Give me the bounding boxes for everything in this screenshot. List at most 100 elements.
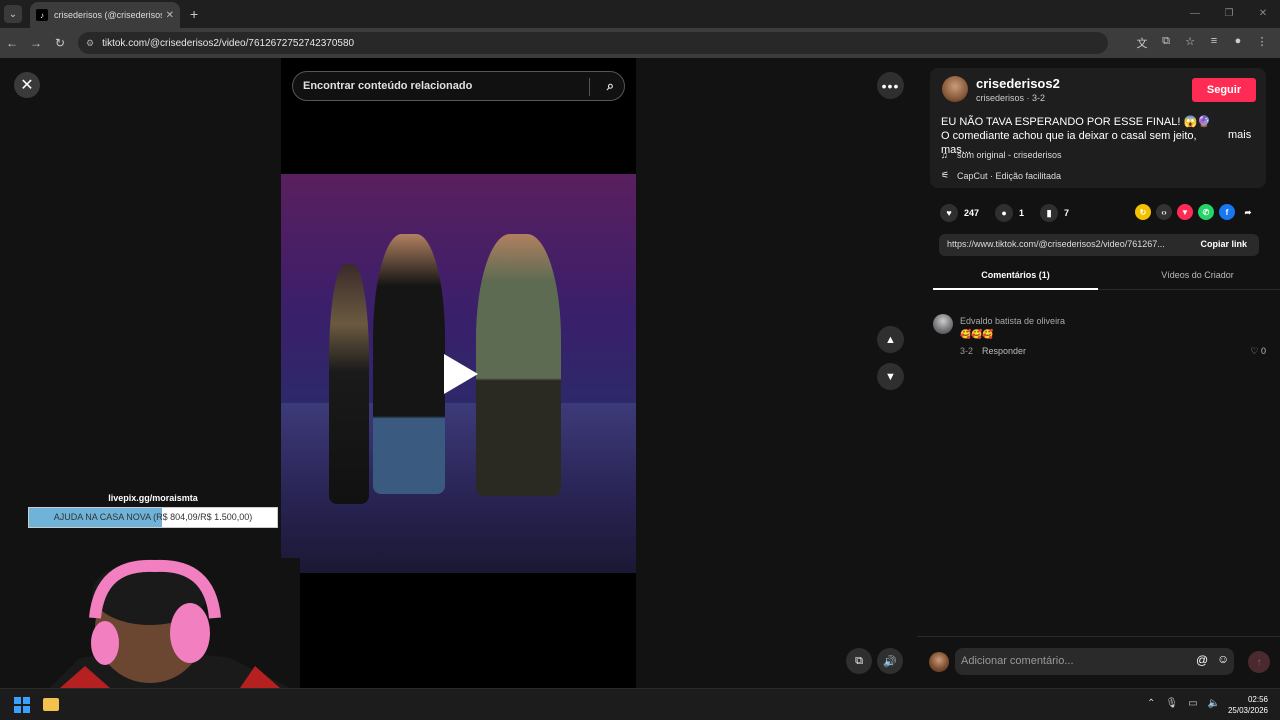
window-close-icon[interactable]: ✕ bbox=[1246, 0, 1280, 28]
next-video-button[interactable]: ▼ bbox=[877, 363, 904, 390]
bookmark-icon[interactable]: ▮ bbox=[1040, 204, 1059, 222]
follow-button[interactable]: Seguir bbox=[1192, 78, 1256, 102]
streamer-webcam-image bbox=[40, 558, 300, 688]
send-icon[interactable]: ▼ bbox=[1177, 204, 1193, 220]
comment-heart-icon: ♡ bbox=[1250, 346, 1261, 356]
share-arrow-icon[interactable]: ➦ bbox=[1240, 204, 1256, 220]
volume-icon: 🔊 bbox=[883, 655, 897, 668]
music-link[interactable]: ♫ som original - crisederisos bbox=[941, 150, 1062, 160]
capcut-icon: ⚟ bbox=[941, 170, 950, 180]
comment-input[interactable]: Adicionar comentário... bbox=[955, 648, 1234, 675]
performer-man-cap bbox=[373, 234, 445, 494]
embed-icon[interactable]: ‹› bbox=[1156, 204, 1172, 220]
performer-comedian bbox=[476, 234, 561, 496]
video-info-card: crisederisos2 crisederisos · 3-2 Seguir … bbox=[930, 68, 1266, 188]
arrow-up-icon: ↑ bbox=[1256, 656, 1262, 668]
description-more-link[interactable]: mais bbox=[1228, 129, 1251, 141]
video-player[interactable] bbox=[281, 174, 636, 573]
more-icon: ••• bbox=[881, 77, 900, 94]
author-name[interactable]: crisederisos2 bbox=[976, 76, 1060, 91]
search-placeholder: Encontrar conteúdo relacionado bbox=[303, 80, 473, 92]
comment-like-button[interactable]: ♡ 0 bbox=[1250, 346, 1266, 357]
share-link-text[interactable]: https://www.tiktok.com/@crisederisos2/vi… bbox=[947, 239, 1187, 249]
speaker-icon[interactable]: 🔈 bbox=[1208, 698, 1220, 709]
comment-item: Edvaldo batista de oliveira 🥰🥰🥰 3-2 Resp… bbox=[933, 314, 1266, 364]
microphone-icon[interactable]: 🎙 bbox=[1165, 698, 1178, 709]
donation-goal-bar: AJUDA NA CASA NOVA (R$ 804,09/R$ 1.500,0… bbox=[28, 507, 278, 528]
close-video-button[interactable]: ✕ bbox=[14, 72, 40, 98]
facebook-icon[interactable]: f bbox=[1219, 204, 1235, 220]
tab-comments[interactable]: Comentários (1) bbox=[933, 270, 1098, 280]
file-explorer-icon[interactable] bbox=[43, 698, 59, 711]
back-icon[interactable]: ← bbox=[0, 36, 24, 50]
chevron-down-icon: ▼ bbox=[885, 370, 896, 383]
window-controls: — ❐ ✕ bbox=[1178, 0, 1280, 28]
clock-time: 02:56 bbox=[1247, 695, 1268, 704]
post-comment-button[interactable]: ↑ bbox=[1248, 651, 1270, 673]
translate-icon[interactable]: 文 bbox=[1130, 35, 1154, 51]
more-options-button[interactable]: ••• bbox=[877, 72, 904, 99]
minimize-icon[interactable]: — bbox=[1178, 0, 1212, 28]
comment-text: 🥰🥰🥰 bbox=[960, 329, 994, 339]
livepix-label: livepix.gg/moraismta bbox=[108, 493, 198, 503]
tiktok-page: ✕ Encontrar conteúdo relacionado ⌕ ••• ▲… bbox=[0, 58, 1280, 688]
side-panel: crisederisos2 crisederisos · 3-2 Seguir … bbox=[917, 58, 1280, 688]
close-icon: ✕ bbox=[20, 77, 34, 94]
repost-icon[interactable]: ↻ bbox=[1135, 204, 1151, 220]
new-tab-icon[interactable]: + bbox=[190, 6, 198, 22]
chevron-up-icon: ▲ bbox=[885, 333, 896, 346]
previous-video-button[interactable]: ▲ bbox=[877, 326, 904, 353]
like-heart-icon[interactable]: ♥ bbox=[940, 204, 958, 222]
whatsapp-icon[interactable]: ✆ bbox=[1198, 204, 1214, 220]
author-avatar[interactable] bbox=[942, 76, 968, 102]
active-tab-indicator bbox=[933, 288, 1098, 290]
browser-tab-strip: ⌄ ♪ crisederisos (@crisederisos2) | T ✕ … bbox=[0, 0, 1280, 28]
comment-date: 3-2 bbox=[960, 346, 974, 356]
search-divider bbox=[589, 78, 590, 96]
tab-close-icon[interactable]: ✕ bbox=[166, 10, 174, 21]
tab-creator-videos[interactable]: Vídeos do Criador bbox=[1115, 270, 1280, 280]
profile-icon[interactable]: ● bbox=[1226, 35, 1250, 51]
save-count: 7 bbox=[1064, 208, 1070, 218]
webcam-overlay bbox=[40, 558, 300, 688]
copy-link-button[interactable]: Copiar link bbox=[1200, 239, 1247, 249]
search-icon[interactable]: ⌕ bbox=[607, 78, 614, 94]
capcut-link[interactable]: ⚟ CapCut · Edição facilitada bbox=[941, 170, 1061, 181]
cast-icon[interactable]: ⧉ bbox=[1154, 35, 1178, 51]
windows-start-icon[interactable] bbox=[14, 697, 30, 713]
tray-chevron-icon[interactable]: ⌃ bbox=[1147, 698, 1155, 709]
restore-icon[interactable]: ❐ bbox=[1212, 0, 1246, 28]
comment-bubble-icon[interactable]: ● bbox=[995, 204, 1014, 222]
mention-icon[interactable]: @ bbox=[1196, 653, 1208, 667]
related-search-input[interactable]: Encontrar conteúdo relacionado ⌕ bbox=[292, 71, 625, 101]
volume-button[interactable]: 🔊 bbox=[877, 648, 903, 674]
site-info-icon[interactable]: ⚙ bbox=[86, 38, 94, 49]
performer-woman bbox=[329, 264, 369, 504]
media-control-icon[interactable]: ≡ bbox=[1202, 35, 1226, 51]
comment-like-count: 0 bbox=[1260, 346, 1266, 356]
toolbar-actions: 文 ⧉ ☆ ≡ ● ⋮ bbox=[1130, 35, 1274, 51]
url-text: tiktok.com/@crisederisos2/video/76126727… bbox=[102, 37, 355, 49]
menu-icon[interactable]: ⋮ bbox=[1250, 35, 1274, 51]
engagement-actions: ♥ 247 ● 1 ▮ 7 bbox=[940, 204, 1085, 222]
reload-icon[interactable]: ↻ bbox=[48, 36, 72, 50]
taskbar: ⌃ 🎙 ▭ 🔈 02:56 25/03/2026 bbox=[0, 688, 1280, 720]
tab-search-icon[interactable]: ⌄ bbox=[4, 5, 22, 23]
taskbar-clock[interactable]: 02:56 25/03/2026 bbox=[1228, 694, 1268, 716]
user-avatar bbox=[929, 652, 949, 672]
forward-icon[interactable]: → bbox=[24, 36, 48, 50]
address-bar[interactable]: ⚙ tiktok.com/@crisederisos2/video/761267… bbox=[78, 32, 1108, 54]
reply-button[interactable]: Responder bbox=[982, 346, 1026, 356]
commenter-avatar[interactable] bbox=[933, 314, 953, 334]
play-icon[interactable] bbox=[444, 354, 478, 394]
share-link-row: https://www.tiktok.com/@crisederisos2/vi… bbox=[939, 234, 1259, 256]
comment-count: 1 bbox=[1019, 208, 1025, 218]
commenter-name[interactable]: Edvaldo batista de oliveira bbox=[960, 316, 1065, 326]
bookmark-star-icon[interactable]: ☆ bbox=[1178, 35, 1202, 51]
browser-tab[interactable]: ♪ crisederisos (@crisederisos2) | T ✕ bbox=[30, 2, 180, 28]
comment-composer: Adicionar comentário... @ ☺ ↑ bbox=[917, 636, 1280, 688]
pip-button[interactable]: ⧉ bbox=[846, 648, 872, 674]
emoji-icon[interactable]: ☺ bbox=[1217, 652, 1229, 666]
network-icon[interactable]: ▭ bbox=[1188, 698, 1197, 709]
tiktok-favicon-icon: ♪ bbox=[36, 9, 48, 21]
